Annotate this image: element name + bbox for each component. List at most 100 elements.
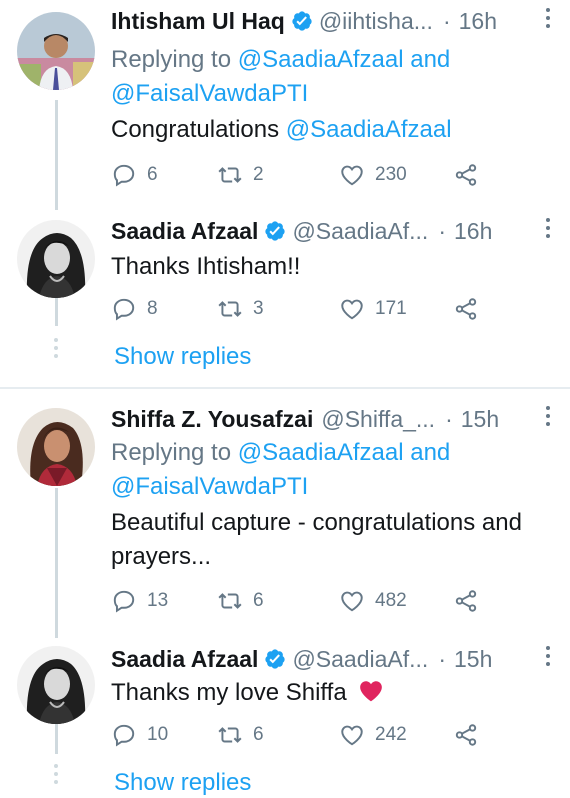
retweet-count: 6 [253,590,264,611]
reply-count: 13 [147,590,169,611]
tweet-time[interactable]: 15h [461,406,499,433]
heart-emoji [360,681,383,702]
tweet-text-body: Congratulations [111,116,280,143]
show-replies-link[interactable]: Show replies [114,769,251,797]
share-button[interactable] [453,586,479,616]
tweet[interactable]: Shiffa Z. Yousafzai @Shiffa_... · 15h Re… [0,398,570,630]
tweet-header: Saadia Afzaal @SaadiaAf... · 15h [111,642,552,676]
replying-to-label: Replying to [111,46,232,73]
thread-collapsed-dots [52,764,60,788]
tweet-header: Shiffa Z. Yousafzai @Shiffa_... · 15h [111,402,552,436]
reply-icon [113,724,135,747]
reply-icon [113,164,135,187]
tweet-header: Saadia Afzaal @SaadiaAf... · 16h [111,214,552,248]
author-name[interactable]: Saadia Afzaal [111,218,258,245]
replying-to-and[interactable]: and [410,46,450,73]
like-count: 242 [375,724,407,745]
more-icon[interactable] [544,406,552,430]
mention-link[interactable]: @SaadiaAfzaal [286,116,452,143]
author-handle[interactable]: @SaadiaAf... [292,646,428,673]
tweet-time[interactable]: 16h [454,218,492,245]
avatar[interactable] [17,646,95,724]
mention-link[interactable]: @SaadiaAfzaal [238,46,404,73]
more-icon[interactable] [544,8,552,32]
mention-link[interactable]: @FaisalVawdaPTI [111,80,308,107]
replying-to-label: Replying to [111,439,232,466]
retweet-button[interactable]: 2 [217,160,264,190]
author-name[interactable]: Ihtisham Ul Haq [111,8,285,35]
retweet-button[interactable]: 6 [217,586,264,616]
share-icon [455,724,477,746]
retweet-icon [218,167,242,183]
like-count: 230 [375,164,407,185]
verified-badge-icon [292,11,312,31]
reply-count: 10 [147,724,169,745]
like-button[interactable]: 242 [339,720,407,750]
more-icon[interactable] [544,218,552,242]
retweet-icon [218,593,242,609]
verified-badge-icon [265,649,286,669]
avatar[interactable] [17,408,95,486]
divider [0,387,570,389]
share-icon [455,590,477,612]
tweet-text-body: Thanks my love Shiffa [111,679,347,706]
mention-link[interactable]: @FaisalVawdaPTI [111,473,308,500]
like-button[interactable]: 230 [339,160,407,190]
tweet[interactable]: Ihtisham Ul Haq @iihtisha... · 16h Reply… [0,0,570,200]
reply-button[interactable]: 6 [111,160,158,190]
author-handle[interactable]: @SaadiaAf... [292,218,428,245]
share-icon [455,164,477,186]
tweet[interactable]: Saadia Afzaal @SaadiaAf... · 16h Thanks … [0,210,570,330]
retweet-icon [218,727,242,743]
reply-count: 6 [147,164,158,185]
reply-button[interactable]: 8 [111,294,158,324]
reply-button[interactable]: 10 [111,720,168,750]
tweet-text: Thanks my love Shiffa [111,676,556,710]
separator-dot: · [445,405,453,432]
reply-button[interactable]: 13 [111,586,168,616]
author-name[interactable]: Saadia Afzaal [111,646,258,673]
separator-dot: · [438,217,446,244]
like-button[interactable]: 171 [339,294,407,324]
share-button[interactable] [453,294,479,324]
verified-badge-icon [265,221,286,241]
mention-link[interactable]: @SaadiaAfzaal [238,439,404,466]
like-count: 482 [375,590,407,611]
share-button[interactable] [453,720,479,750]
tweet-text: Congratulations @SaadiaAfzaal [111,113,556,147]
share-icon [455,298,477,320]
show-replies-link[interactable]: Show replies [114,343,251,371]
tweet-time[interactable]: 15h [454,646,492,673]
avatar[interactable] [17,12,95,90]
like-count: 171 [375,298,407,319]
author-handle[interactable]: @Shiffa_... [321,406,435,433]
like-icon [341,591,363,612]
thread-collapsed-dots [52,338,60,362]
replying-to: Replying to @SaadiaAfzaal and @FaisalVaw… [111,43,560,111]
author-handle[interactable]: @iihtisha... [319,8,433,35]
tweet-time[interactable]: 16h [459,8,497,35]
separator-dot: · [442,7,451,34]
tweet-text: Beautiful capture - congratulations and … [111,509,522,570]
author-name[interactable]: Shiffa Z. Yousafzai [111,406,313,433]
like-button[interactable]: 482 [339,586,407,616]
more-icon[interactable] [544,646,552,670]
tweet-text: Thanks Ihtisham!! [111,253,301,280]
retweet-icon [218,301,242,317]
reply-icon [113,590,135,613]
replying-to-and[interactable]: and [410,439,450,466]
avatar[interactable] [17,220,95,298]
retweet-count: 6 [253,724,264,745]
replying-to: Replying to @SaadiaAfzaal and @FaisalVaw… [111,436,560,504]
retweet-count: 3 [253,298,264,319]
like-icon [341,725,363,746]
tweet-header: Ihtisham Ul Haq @iihtisha... · 16h [111,4,552,38]
reply-count: 8 [147,298,158,319]
like-icon [341,165,363,186]
tweet[interactable]: Saadia Afzaal @SaadiaAf... · 15h Thanks … [0,638,570,758]
retweet-button[interactable]: 3 [217,294,264,324]
retweet-count: 2 [253,164,264,185]
separator-dot: · [438,645,446,672]
share-button[interactable] [453,160,479,190]
retweet-button[interactable]: 6 [217,720,264,750]
